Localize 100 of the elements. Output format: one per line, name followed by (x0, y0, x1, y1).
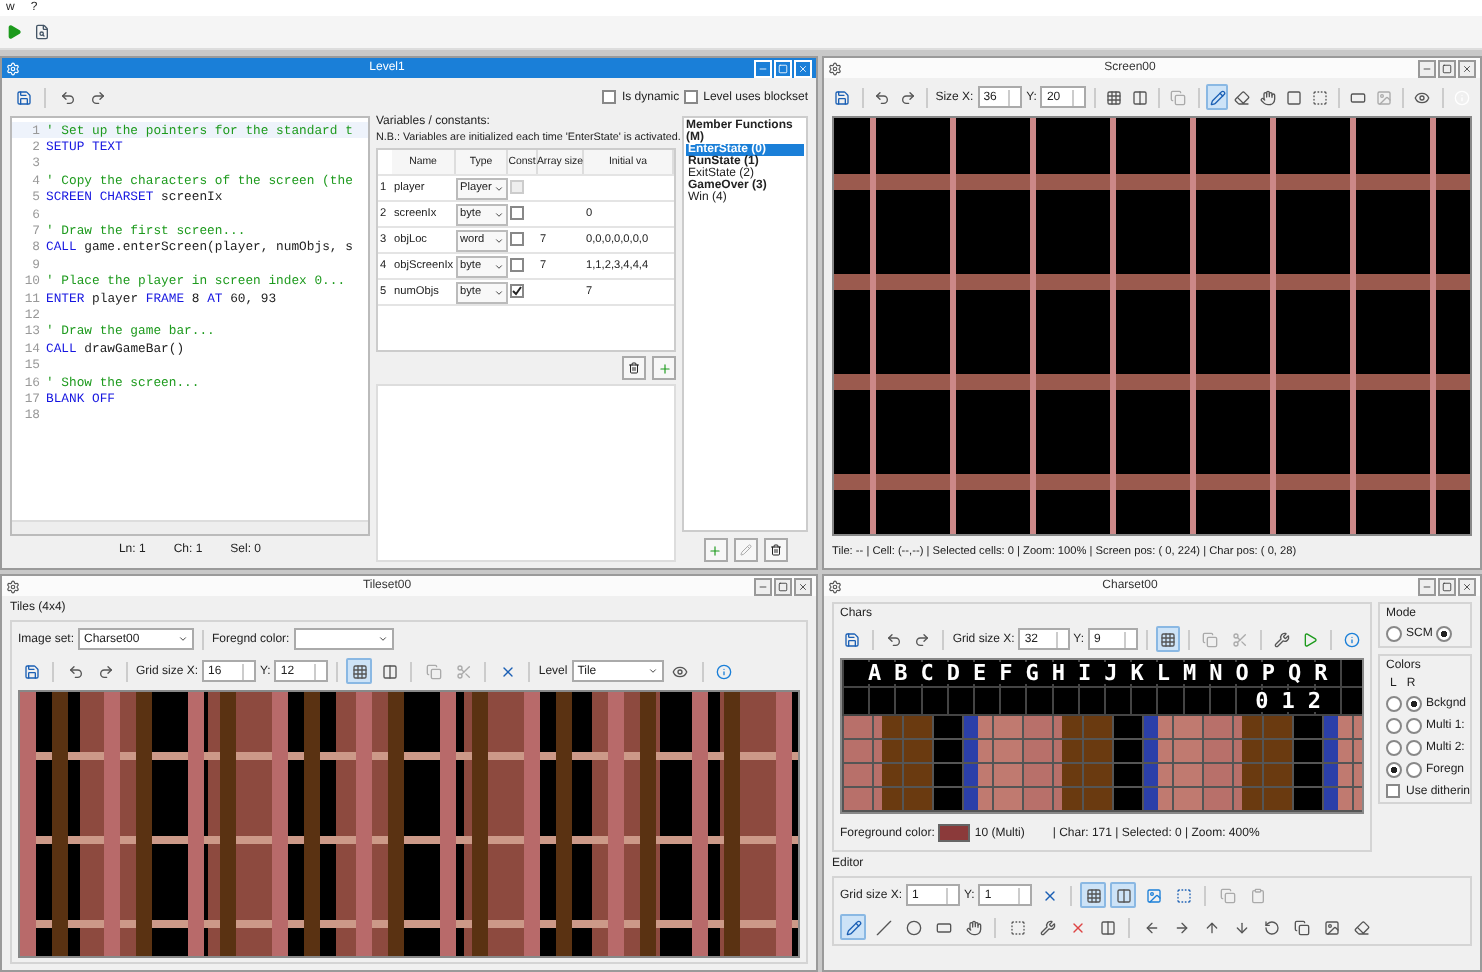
arrow-right-icon (1173, 919, 1189, 935)
grid-button[interactable] (1080, 882, 1107, 908)
caret-icon (178, 634, 189, 644)
const-checkbox[interactable] (510, 284, 524, 298)
radio-button[interactable] (1436, 626, 1453, 642)
checkmark-icon (512, 286, 522, 296)
const-checkbox[interactable] (510, 257, 524, 271)
select-icon (1175, 887, 1192, 903)
panel-icon (1131, 89, 1148, 105)
minimize-icon (1422, 581, 1432, 591)
charset-grid[interactable]: ABCDEFGHIJKLMNOPQR 012 (840, 658, 1364, 814)
radio-button[interactable] (1386, 696, 1402, 712)
panel-icon (1099, 919, 1115, 935)
grid-icon (351, 663, 368, 679)
info-icon (1343, 631, 1360, 647)
delete-button[interactable] (622, 356, 646, 380)
delete-button[interactable] (763, 538, 787, 562)
add-button[interactable] (703, 538, 727, 562)
radio-button[interactable] (1386, 740, 1402, 756)
minimize-button[interactable] (1418, 577, 1436, 595)
checkbox[interactable] (683, 90, 698, 104)
rectangle-icon (935, 919, 951, 935)
arrow-down-icon (1233, 919, 1249, 935)
const-checkbox[interactable] (510, 231, 524, 245)
minimize-button[interactable] (1418, 59, 1436, 77)
eraser-icon (1353, 919, 1369, 935)
radio-button[interactable] (1386, 762, 1402, 778)
save-icon (15, 89, 31, 105)
pencil-button[interactable] (840, 914, 866, 940)
clear-icon (499, 663, 516, 679)
file-search-icon[interactable] (34, 24, 50, 40)
radio-button[interactable] (1386, 718, 1402, 734)
close-button[interactable] (1458, 577, 1476, 595)
rotate-icon (1263, 919, 1279, 935)
radio-button[interactable] (1386, 626, 1402, 642)
arrow-left-icon (1143, 919, 1159, 935)
checkbox[interactable] (1386, 784, 1400, 798)
maximize-button[interactable] (1438, 577, 1456, 595)
info-icon (716, 663, 733, 679)
code-editor[interactable] (10, 116, 370, 536)
minimize-icon (758, 63, 768, 73)
radio-button[interactable] (1406, 696, 1422, 712)
clear-icon (1041, 887, 1058, 903)
hand-icon (965, 919, 981, 935)
horizontal-scrollbar[interactable] (12, 520, 368, 534)
maximize-button[interactable] (774, 577, 792, 595)
hand-icon (1260, 89, 1277, 105)
game-map-drawing[interactable] (832, 116, 1472, 536)
wrench-icon (1273, 631, 1290, 647)
caret-icon (647, 666, 658, 676)
line-icon (875, 919, 891, 935)
eye-icon (672, 663, 689, 679)
redo-icon (914, 631, 931, 647)
foreground-color-dropdown[interactable] (293, 628, 394, 650)
save-icon (834, 89, 851, 105)
checkbox[interactable] (601, 90, 616, 104)
color-swatch[interactable] (938, 824, 971, 842)
redo-icon (89, 89, 105, 105)
pencil-icon (845, 919, 861, 935)
minimize-icon (758, 581, 768, 591)
radio-button[interactable] (1406, 718, 1422, 734)
grid-button[interactable] (1156, 626, 1181, 652)
paste-icon (1249, 887, 1266, 903)
plus-icon (708, 543, 722, 557)
grid-button[interactable] (346, 658, 373, 684)
select-icon (1009, 919, 1025, 935)
ellipse-icon (905, 919, 921, 935)
copy-icon (1293, 919, 1309, 935)
undo-icon (59, 89, 75, 105)
radio-button[interactable] (1406, 762, 1422, 778)
radio-button[interactable] (1406, 740, 1422, 756)
copy-icon (425, 663, 442, 679)
caret-icon (494, 287, 504, 297)
copy-icon (1202, 631, 1219, 647)
close-button[interactable] (1458, 59, 1476, 77)
panel-icon (1115, 887, 1132, 903)
caret-icon (494, 235, 504, 245)
image-icon (1323, 919, 1339, 935)
grid-icon (1085, 887, 1102, 903)
play-icon[interactable] (6, 24, 22, 40)
maximize-icon (1442, 63, 1452, 73)
panel-button[interactable] (1110, 882, 1137, 908)
undo-icon (67, 663, 83, 679)
undo-icon (873, 89, 890, 105)
pencil-button[interactable] (1206, 84, 1229, 110)
grid-icon (1106, 89, 1123, 105)
undo-icon (886, 631, 903, 647)
save-icon (23, 663, 39, 679)
image-icon (1375, 89, 1392, 105)
close-button[interactable] (794, 577, 812, 595)
minimize-button[interactable] (754, 577, 772, 595)
tile-grid-drawing[interactable] (18, 690, 800, 958)
copy-icon (1219, 887, 1236, 903)
trash-icon (628, 362, 640, 374)
const-checkbox[interactable] (510, 205, 524, 219)
wrench-icon (1039, 919, 1055, 935)
maximize-button[interactable] (1438, 59, 1456, 77)
caret-icon (377, 634, 388, 644)
arrow-up-icon (1203, 919, 1219, 935)
select-icon (1311, 89, 1328, 105)
